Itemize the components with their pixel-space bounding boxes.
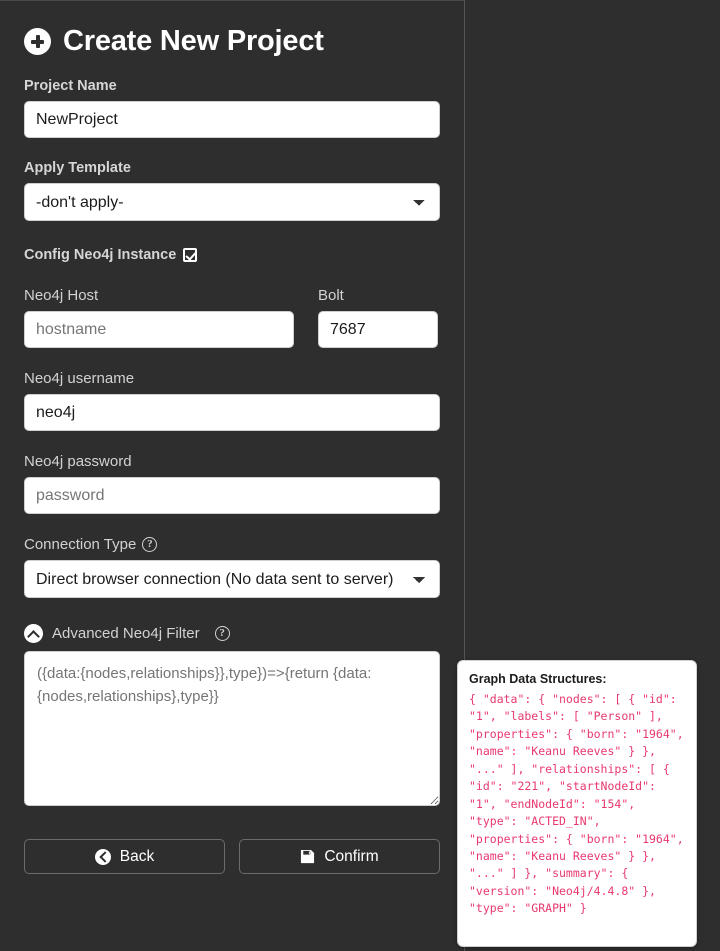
question-circle-icon[interactable]: ?	[142, 537, 158, 552]
back-circle-icon	[94, 848, 111, 865]
plus-circle-icon	[24, 28, 51, 55]
neo4j-username-label: Neo4j username	[24, 370, 135, 387]
neo4j-username-input[interactable]	[24, 394, 440, 431]
confirm-button[interactable]: Confirm	[239, 839, 440, 874]
project-name-input[interactable]	[24, 101, 440, 138]
graph-data-structures-tooltip: Graph Data Structures: { "data": { "node…	[457, 660, 697, 947]
question-circle-icon[interactable]: ?	[214, 626, 230, 641]
checkbox-checked-icon[interactable]	[183, 248, 198, 262]
advanced-filter-textarea[interactable]	[24, 651, 440, 806]
save-floppy-icon	[301, 849, 315, 864]
bolt-input[interactable]	[318, 311, 438, 348]
neo4j-password-input[interactable]	[24, 477, 440, 514]
config-neo4j-instance-label: Config Neo4j Instance	[24, 247, 177, 263]
back-button[interactable]: Back	[24, 839, 225, 874]
create-project-screen: Create New Project Project Name Apply Te…	[0, 0, 720, 951]
neo4j-host-group: Neo4j Host	[24, 265, 294, 348]
tooltip-title: Graph Data Structures:	[469, 672, 607, 686]
neo4j-host-label: Neo4j Host	[24, 287, 99, 304]
advanced-filter-header[interactable]: Advanced Neo4j Filter ?	[24, 624, 440, 643]
create-project-panel: Create New Project Project Name Apply Te…	[0, 0, 465, 951]
advanced-filter-label: Advanced Neo4j Filter	[52, 625, 200, 642]
connection-type-label-row: Connection Type ?	[24, 536, 440, 553]
page-title: Create New Project	[63, 25, 324, 57]
apply-template-label: Apply Template	[24, 160, 131, 176]
config-neo4j-instance-row[interactable]: Config Neo4j Instance	[24, 247, 440, 263]
back-button-label: Back	[119, 847, 155, 865]
project-name-label: Project Name	[24, 78, 117, 94]
bolt-group: Bolt	[318, 265, 438, 348]
host-bolt-row: Neo4j Host Bolt	[24, 265, 440, 348]
page-header: Create New Project	[24, 27, 440, 56]
action-buttons: Back Confirm	[24, 839, 440, 874]
connection-type-select[interactable]: Direct browser connection (No data sent …	[24, 560, 440, 598]
neo4j-password-label: Neo4j password	[24, 453, 132, 470]
chevron-up-circle-icon[interactable]	[24, 624, 43, 643]
bolt-label: Bolt	[318, 287, 344, 304]
connection-type-label: Connection Type	[24, 536, 137, 553]
confirm-button-label: Confirm	[324, 847, 379, 865]
neo4j-host-input[interactable]	[24, 311, 294, 348]
tooltip-code: { "data": { "nodes": [ { "id": "1", "lab…	[469, 691, 691, 916]
apply-template-select[interactable]: -don't apply-	[24, 183, 440, 221]
